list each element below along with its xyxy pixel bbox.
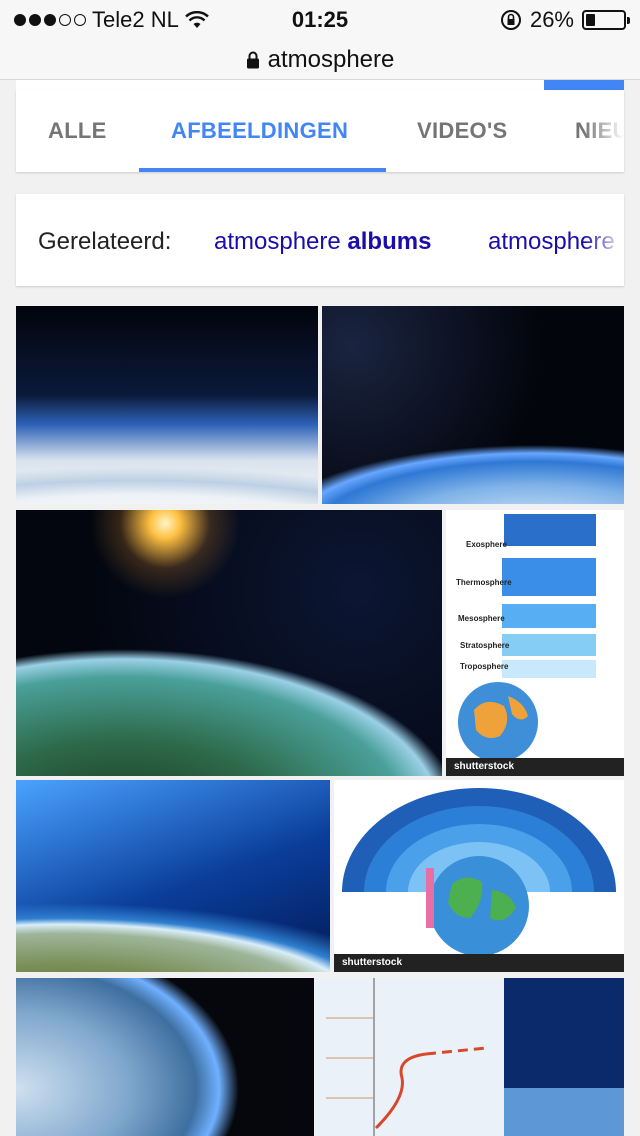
chip-bold-term: albums	[347, 228, 432, 255]
image-result-earth-clouds[interactable]	[16, 306, 318, 504]
related-chip-albums[interactable]: atmosphere albums	[214, 194, 431, 286]
carrier-name: Tele2 NL	[92, 7, 179, 32]
image-result-atmosphere-altitude-chart[interactable]	[316, 978, 624, 1136]
image-result-earth-limb[interactable]	[16, 780, 330, 972]
related-searches: Gerelateerd: atmosphere albums atmospher…	[16, 194, 624, 286]
watermark-bar: shutterstock	[334, 954, 624, 972]
related-label: Gerelateerd:	[38, 228, 172, 255]
layer-label-stratosphere: Stratosphere	[460, 641, 510, 650]
layer-label-mesosphere: Mesosphere	[458, 614, 505, 623]
status-right: 26%	[500, 7, 630, 33]
image-result-atmosphere-layers[interactable]: Exosphere Thermosphere Mesosphere Strato…	[446, 510, 624, 776]
signal-dot	[74, 14, 86, 26]
related-fade	[584, 194, 624, 286]
signal-dot	[44, 14, 56, 26]
active-tab-indicator	[139, 168, 386, 172]
search-box-edge[interactable]	[16, 80, 624, 90]
url-text: atmosphere	[267, 45, 395, 73]
chip-query: atmosphere	[214, 228, 348, 255]
image-result-earth-sunrise[interactable]	[16, 510, 442, 776]
tab-all[interactable]: ALLE	[48, 90, 107, 172]
watermark-bar: shutterstock	[446, 758, 624, 776]
status-bar: Tele2 NL 01:25 26%	[0, 0, 640, 40]
address-bar[interactable]: atmosphere	[0, 40, 640, 80]
search-button-edge[interactable]	[544, 80, 624, 90]
lock-icon	[246, 51, 259, 68]
signal-strength-icon	[14, 14, 86, 26]
battery-percent: 26%	[529, 7, 574, 32]
tabs-fade	[584, 90, 624, 172]
battery-level	[586, 14, 596, 26]
search-type-tabs: ALLE AFBEELDINGEN VIDEO'S NIEUWS	[16, 90, 624, 172]
battery-icon	[582, 10, 630, 30]
signal-dot	[59, 14, 71, 26]
signal-dot	[29, 14, 41, 26]
rotation-lock-icon	[500, 10, 521, 30]
tab-videos[interactable]: VIDEO'S	[417, 90, 507, 172]
image-result-earth-from-orbit[interactable]	[16, 978, 314, 1136]
layer-label-thermosphere: Thermosphere	[456, 578, 512, 587]
signal-dot	[14, 14, 26, 26]
altitude-chart-graphic	[326, 978, 624, 1136]
image-result-atmosphere-diagram[interactable]: shutterstock	[334, 780, 624, 972]
status-left: Tele2 NL	[14, 7, 209, 33]
image-result-earth-horizon[interactable]	[322, 306, 624, 504]
layer-label-troposphere: Troposphere	[460, 662, 509, 671]
layer-label-exosphere: Exosphere	[466, 540, 507, 549]
wifi-icon	[185, 11, 209, 28]
atmosphere-dome-graphic	[342, 788, 616, 956]
tab-images[interactable]: AFBEELDINGEN	[171, 90, 348, 172]
